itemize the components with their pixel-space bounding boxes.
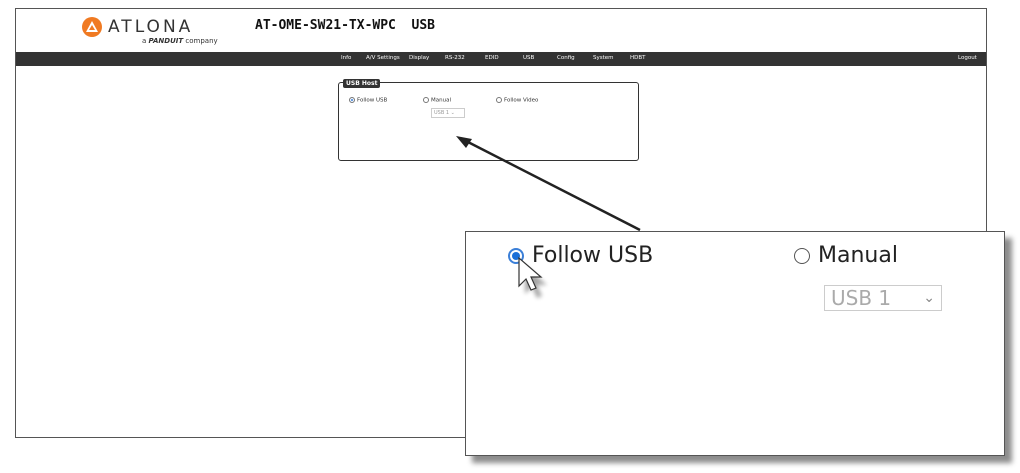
mouse-pointer-icon <box>518 256 547 298</box>
zoom-callout: Follow USB Manual USB 1 ⌄ <box>465 231 1005 456</box>
zoom-manual-radio[interactable] <box>794 247 810 264</box>
chevron-down-icon: ⌄ <box>923 290 935 306</box>
zoom-manual-option[interactable]: Manual <box>794 243 898 268</box>
zoom-usb-port-select[interactable]: USB 1 ⌄ <box>824 285 942 311</box>
